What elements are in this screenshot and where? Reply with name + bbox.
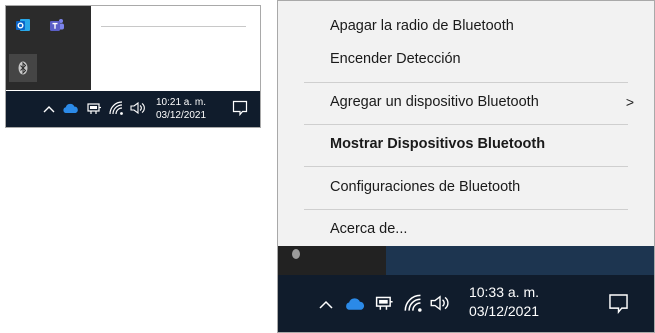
power-plug-icon[interactable] (374, 295, 394, 311)
teams-tray-button[interactable] (43, 11, 71, 39)
menu-item-label: Apagar la radio de Bluetooth (330, 18, 514, 34)
notification-center-icon[interactable] (232, 100, 248, 116)
chevron-right-icon: > (625, 94, 634, 110)
volume-icon[interactable] (130, 101, 146, 115)
menu-item-label: Mostrar Dispositivos Bluetooth (330, 136, 546, 152)
menu-item-show-devices[interactable]: Mostrar Dispositivos Bluetooth (278, 129, 654, 159)
menu-item-turn-off-radio[interactable]: Apagar la radio de Bluetooth (278, 11, 654, 41)
wifi-icon[interactable] (404, 294, 423, 312)
notification-center-icon[interactable] (608, 293, 629, 314)
bluetooth-icon (18, 61, 28, 75)
onedrive-icon[interactable] (62, 102, 79, 114)
outlook-icon (16, 19, 30, 31)
menu-item-enable-discovery[interactable]: Encender Detección (278, 44, 654, 74)
bluetooth-tray-button[interactable] (9, 54, 37, 82)
taskbar: 10:33 a. m. 03/12/2021 (278, 275, 654, 332)
clock-date: 03/12/2021 (468, 303, 540, 319)
teams-icon (50, 19, 64, 31)
menu-separator (304, 209, 628, 210)
left-screenshot-panel: 10:21 a. m. 03/12/2021 (5, 5, 261, 128)
outlook-tray-button[interactable] (9, 11, 37, 39)
menu-separator (304, 82, 628, 83)
menu-item-add-device[interactable]: Agregar un dispositivo Bluetooth > (278, 87, 654, 117)
clock-date: 03/12/2021 (155, 110, 207, 121)
desktop-background (386, 246, 654, 275)
tray-overflow-remnant (278, 246, 654, 275)
chevron-up-icon[interactable] (43, 104, 55, 114)
bluetooth-icon[interactable] (290, 248, 302, 260)
bluetooth-context-menu: Apagar la radio de Bluetooth Encender De… (278, 1, 654, 246)
menu-item-label: Configuraciones de Bluetooth (330, 179, 521, 195)
clock-time: 10:21 a. m. (155, 97, 207, 108)
menu-item-settings[interactable]: Configuraciones de Bluetooth (278, 172, 654, 202)
volume-icon[interactable] (430, 294, 450, 312)
onedrive-icon[interactable] (344, 296, 366, 311)
background-divider (101, 26, 246, 27)
menu-item-label: Encender Detección (330, 51, 461, 67)
tray-overflow-flyout (6, 6, 91, 90)
menu-item-label: Acerca de... (330, 221, 408, 237)
right-screenshot-panel: Apagar la radio de Bluetooth Encender De… (277, 0, 655, 333)
menu-item-label: Agregar un dispositivo Bluetooth (330, 94, 539, 110)
power-plug-icon[interactable] (86, 102, 102, 115)
menu-separator (304, 124, 628, 125)
taskbar-clock[interactable]: 10:33 a. m. 03/12/2021 (456, 283, 552, 321)
clock-time: 10:33 a. m. (468, 284, 540, 300)
taskbar: 10:21 a. m. 03/12/2021 (6, 91, 260, 127)
taskbar-clock[interactable]: 10:21 a. m. 03/12/2021 (150, 96, 212, 122)
chevron-up-icon[interactable] (319, 299, 333, 310)
menu-separator (304, 166, 628, 167)
menu-item-about[interactable]: Acerca de... (278, 214, 654, 244)
wifi-icon[interactable] (109, 101, 124, 115)
